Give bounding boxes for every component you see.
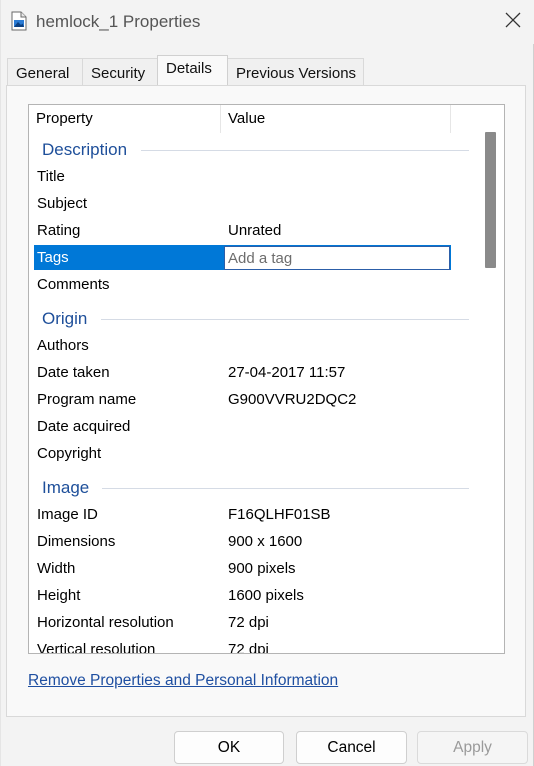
apply-button[interactable]: Apply — [417, 731, 528, 764]
cancel-button[interactable]: Cancel — [296, 731, 407, 764]
row-title[interactable]: Title — [34, 164, 451, 189]
vertical-scrollbar[interactable] — [481, 105, 504, 653]
close-button[interactable] — [491, 0, 534, 44]
image-file-icon — [11, 11, 27, 31]
property-value: 72 dpi — [228, 614, 269, 631]
group-label: Image — [42, 478, 90, 497]
group-divider — [141, 150, 469, 151]
row-program-name[interactable]: Program name G900VVRU2DQC2 — [34, 387, 451, 412]
property-name: Program name — [37, 391, 137, 408]
column-property[interactable]: Property — [29, 105, 221, 133]
row-dimensions[interactable]: Dimensions 900 x 1600 — [34, 529, 451, 554]
row-authors[interactable]: Authors — [34, 333, 451, 358]
group-description: Description — [29, 136, 479, 162]
property-name: Date acquired — [37, 418, 131, 435]
row-date-acquired[interactable]: Date acquired — [34, 414, 451, 439]
group-divider — [102, 488, 469, 489]
property-name: Rating — [37, 222, 81, 239]
property-name: Copyright — [37, 445, 102, 462]
row-width[interactable]: Width 900 pixels — [34, 556, 451, 581]
property-value: F16QLHF01SB — [228, 506, 331, 523]
group-image: Image — [29, 474, 479, 500]
row-comments[interactable]: Comments — [34, 272, 451, 297]
property-name: Horizontal resolution — [37, 614, 174, 631]
column-header: Property Value — [29, 105, 477, 133]
property-value: 27-04-2017 11:57 — [228, 364, 346, 381]
property-value: G900VVRU2DQC2 — [228, 391, 357, 408]
scroll-thumb[interactable] — [485, 132, 496, 268]
tab-general[interactable]: General — [7, 58, 83, 86]
row-copyright[interactable]: Copyright — [34, 441, 451, 466]
property-name: Height — [37, 587, 81, 604]
properties-window: hemlock_1 Properties General Security De… — [0, 0, 534, 766]
details-list[interactable]: Property Value Description Title Subject… — [28, 104, 505, 654]
property-name: Date taken — [37, 364, 110, 381]
row-horizontal-resolution[interactable]: Horizontal resolution 72 dpi — [34, 610, 451, 635]
row-rating[interactable]: Rating Unrated — [34, 218, 451, 243]
tags-input[interactable] — [224, 246, 450, 270]
property-name: Comments — [37, 276, 110, 293]
group-origin: Origin — [29, 305, 479, 331]
title-bar[interactable]: hemlock_1 Properties — [1, 0, 534, 44]
property-name: Tags — [37, 249, 69, 266]
column-value[interactable]: Value — [221, 105, 451, 133]
row-subject[interactable]: Subject — [34, 191, 451, 216]
close-icon — [505, 12, 521, 32]
row-tags[interactable]: Tags — [34, 245, 451, 270]
tab-strip: General Security Details Previous Versio… — [7, 55, 364, 86]
property-name: Subject — [37, 195, 88, 212]
property-name: Title — [37, 168, 65, 185]
property-value: Unrated — [228, 222, 282, 239]
row-date-taken[interactable]: Date taken 27-04-2017 11:57 — [34, 360, 451, 385]
property-name: Width — [37, 560, 76, 577]
remove-properties-link[interactable]: Remove Properties and Personal Informati… — [28, 672, 338, 690]
tab-security[interactable]: Security — [82, 58, 158, 86]
row-vertical-resolution[interactable]: Vertical resolution 72 dpi — [34, 637, 451, 654]
group-divider — [101, 319, 469, 320]
property-value: 900 pixels — [228, 560, 296, 577]
group-label: Description — [42, 140, 128, 159]
property-value: 72 dpi — [228, 641, 269, 654]
tab-previous-versions[interactable]: Previous Versions — [227, 58, 364, 86]
property-value: 1600 pixels — [228, 587, 304, 604]
property-value: 900 x 1600 — [228, 533, 303, 550]
property-name: Image ID — [37, 506, 98, 523]
property-name: Vertical resolution — [37, 641, 156, 654]
row-image-id[interactable]: Image ID F16QLHF01SB — [34, 502, 451, 527]
ok-button[interactable]: OK — [174, 731, 284, 764]
tab-details[interactable]: Details — [157, 55, 228, 85]
group-label: Origin — [42, 309, 88, 328]
details-panel: Property Value Description Title Subject… — [6, 85, 526, 717]
property-name: Dimensions — [37, 533, 116, 550]
window-title: hemlock_1 Properties — [36, 12, 201, 31]
row-height[interactable]: Height 1600 pixels — [34, 583, 451, 608]
property-name: Authors — [37, 337, 89, 354]
